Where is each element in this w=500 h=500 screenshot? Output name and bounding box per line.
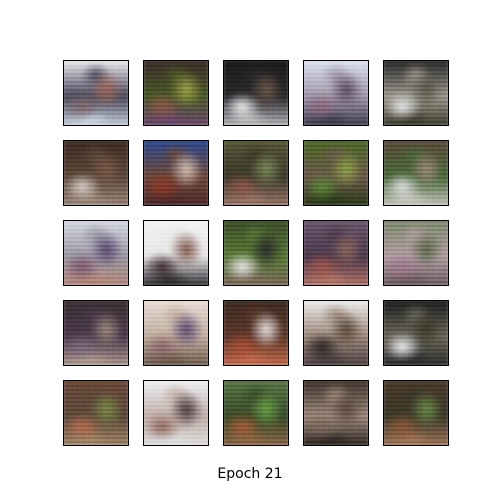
generated-sample-image — [143, 300, 209, 366]
generated-sample-image — [143, 60, 209, 126]
generated-sample-image — [143, 140, 209, 206]
generated-sample-image — [143, 380, 209, 446]
generated-sample-image — [63, 60, 129, 126]
generated-sample-image — [63, 380, 129, 446]
generated-sample-image — [303, 140, 369, 206]
generated-sample-image — [383, 60, 449, 126]
generated-sample-image — [223, 140, 289, 206]
figure: Epoch 21 — [0, 0, 500, 500]
generated-sample-image — [303, 60, 369, 126]
generated-sample-image — [143, 220, 209, 286]
generated-sample-image — [383, 380, 449, 446]
generated-sample-image — [223, 220, 289, 286]
generated-sample-image — [223, 60, 289, 126]
generated-sample-image — [383, 220, 449, 286]
generated-sample-image — [303, 220, 369, 286]
image-grid — [63, 60, 451, 446]
generated-sample-image — [383, 300, 449, 366]
generated-sample-image — [223, 300, 289, 366]
generated-sample-image — [63, 220, 129, 286]
generated-sample-image — [383, 140, 449, 206]
generated-sample-image — [303, 380, 369, 446]
generated-sample-image — [223, 380, 289, 446]
generated-sample-image — [63, 300, 129, 366]
generated-sample-image — [63, 140, 129, 206]
epoch-caption: Epoch 21 — [217, 466, 283, 482]
generated-sample-image — [303, 300, 369, 366]
